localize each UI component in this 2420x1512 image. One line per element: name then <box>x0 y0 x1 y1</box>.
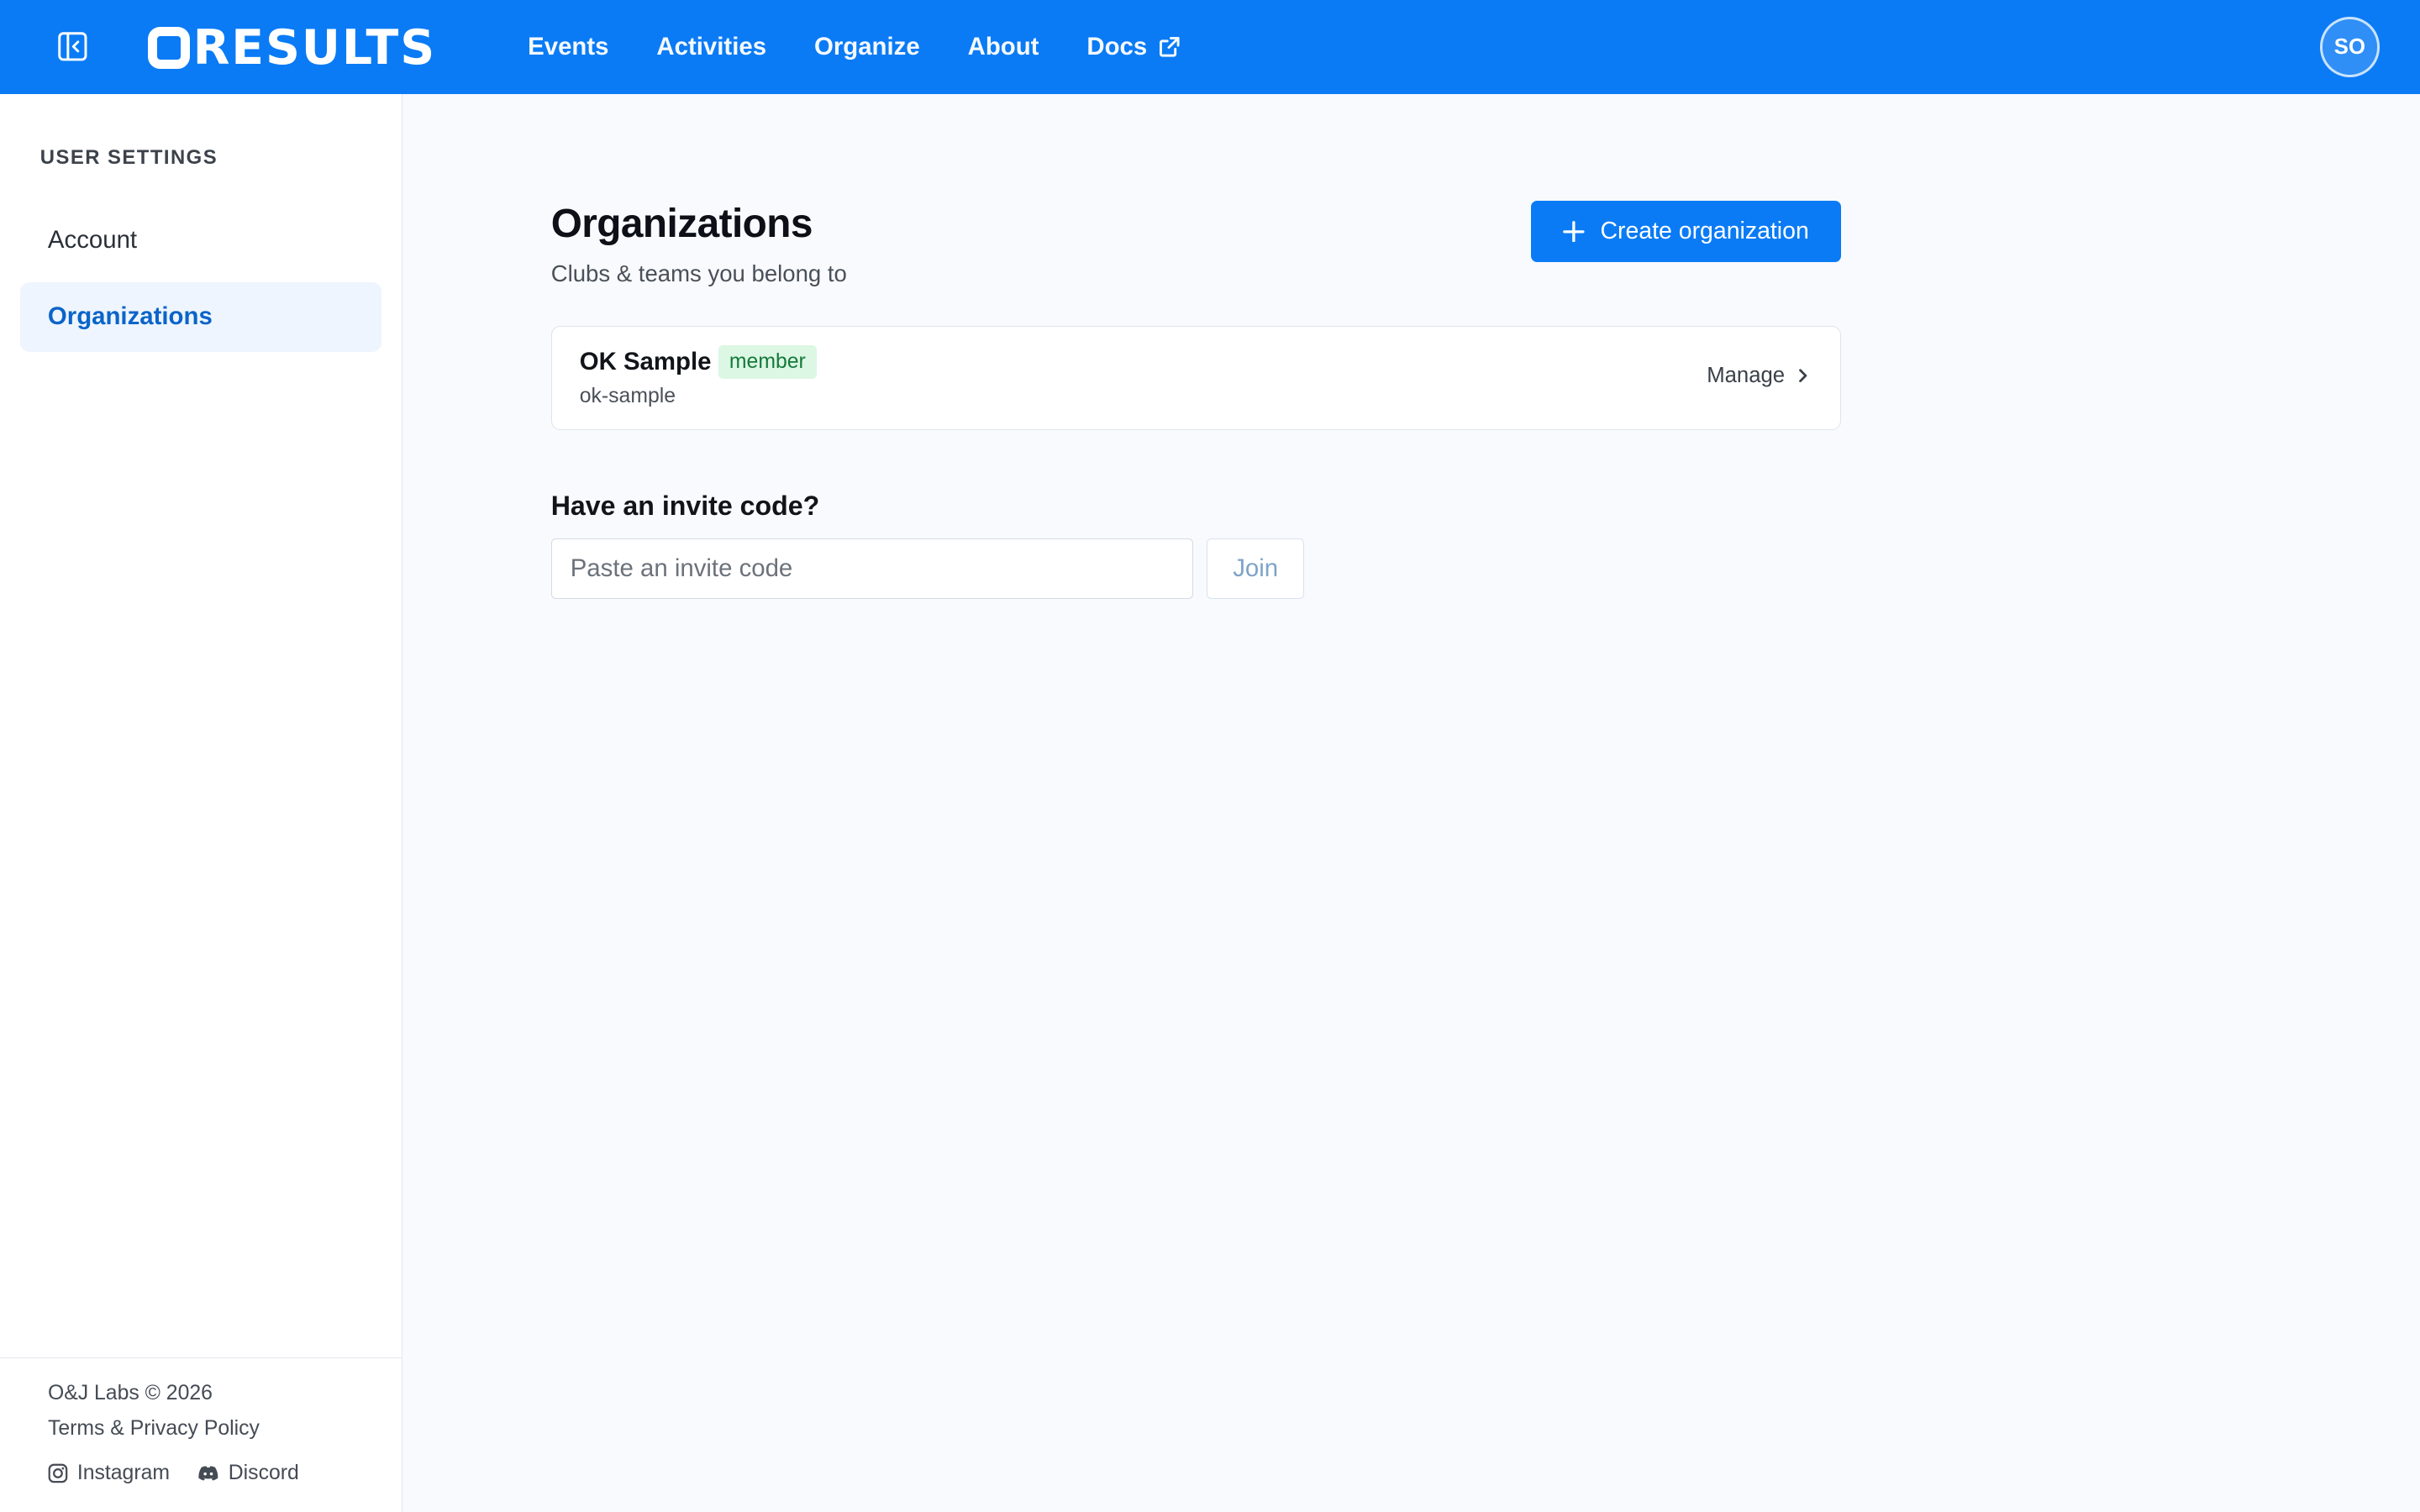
copyright-text: O&J Labs © 2026 <box>47 1381 213 1404</box>
social-links: Instagram Discord <box>48 1462 299 1485</box>
user-avatar[interactable]: SO <box>2319 17 2381 77</box>
sidebar-heading: USER SETTINGS <box>39 146 218 170</box>
discord-link[interactable]: Discord <box>197 1462 299 1485</box>
page: RESULTS Events Activities Organize About… <box>0 0 2420 1512</box>
nav-docs-label: Docs <box>1086 33 1148 61</box>
sidebar-item-account[interactable]: Account <box>20 205 381 275</box>
nav-organize-label: Organize <box>813 33 920 61</box>
page-title: Organizations <box>550 201 813 246</box>
manage-organization-link[interactable]: Manage <box>1707 364 1809 388</box>
sidebar-collapse-icon <box>58 32 87 61</box>
sidebar-toggle-button[interactable] <box>55 29 89 63</box>
external-link-icon <box>1160 37 1180 57</box>
nav-events[interactable]: Events <box>528 33 608 61</box>
organization-card: OK Sample member ok-sample Manage <box>550 325 1842 431</box>
instagram-icon <box>48 1464 68 1483</box>
nav-about-label: About <box>967 33 1039 61</box>
logo-mark-icon <box>148 27 190 69</box>
role-badge: member <box>718 344 817 379</box>
top-navigation-bar: RESULTS Events Activities Organize About… <box>0 0 2420 95</box>
instagram-link[interactable]: Instagram <box>48 1462 170 1485</box>
sidebar-item-label: Account <box>47 225 138 254</box>
create-organization-label: Create organization <box>1600 217 1809 244</box>
manage-label: Manage <box>1707 363 1786 387</box>
invite-code-input[interactable] <box>550 538 1193 599</box>
sidebar-footer: O&J Labs © 2026 Terms & Privacy Policy I… <box>0 1357 402 1512</box>
nav-about[interactable]: About <box>968 33 1039 61</box>
nav-activities-label: Activities <box>656 33 767 61</box>
join-button[interactable]: Join <box>1207 538 1304 599</box>
sidebar-item-organizations[interactable]: Organizations <box>19 282 381 352</box>
main-nav: Events Activities Organize About Docs <box>528 0 1228 94</box>
nav-events-label: Events <box>528 33 609 61</box>
nav-docs[interactable]: Docs <box>1086 33 1181 61</box>
organization-slug: ok-sample <box>579 385 676 408</box>
sidebar-item-label: Organizations <box>47 302 213 331</box>
settings-sidebar: USER SETTINGS Account Organizations O&J … <box>0 94 403 1512</box>
plus-icon <box>1563 220 1585 243</box>
discord-label: Discord <box>228 1462 299 1485</box>
terms-privacy-link[interactable]: Terms & Privacy Policy <box>48 1417 260 1441</box>
discord-icon <box>198 1466 218 1481</box>
nav-organize[interactable]: Organize <box>814 33 920 61</box>
page-subtitle: Clubs & teams you belong to <box>550 260 847 287</box>
organization-name: OK Sample <box>579 348 712 376</box>
logo[interactable]: RESULTS <box>148 20 436 76</box>
create-organization-button[interactable]: Create organization <box>1531 200 1842 263</box>
invite-heading: Have an invite code? <box>550 491 820 522</box>
logo-text: RESULTS <box>192 19 437 76</box>
nav-activities[interactable]: Activities <box>656 33 766 61</box>
instagram-label: Instagram <box>76 1462 171 1485</box>
chevron-right-icon <box>1799 369 1807 382</box>
